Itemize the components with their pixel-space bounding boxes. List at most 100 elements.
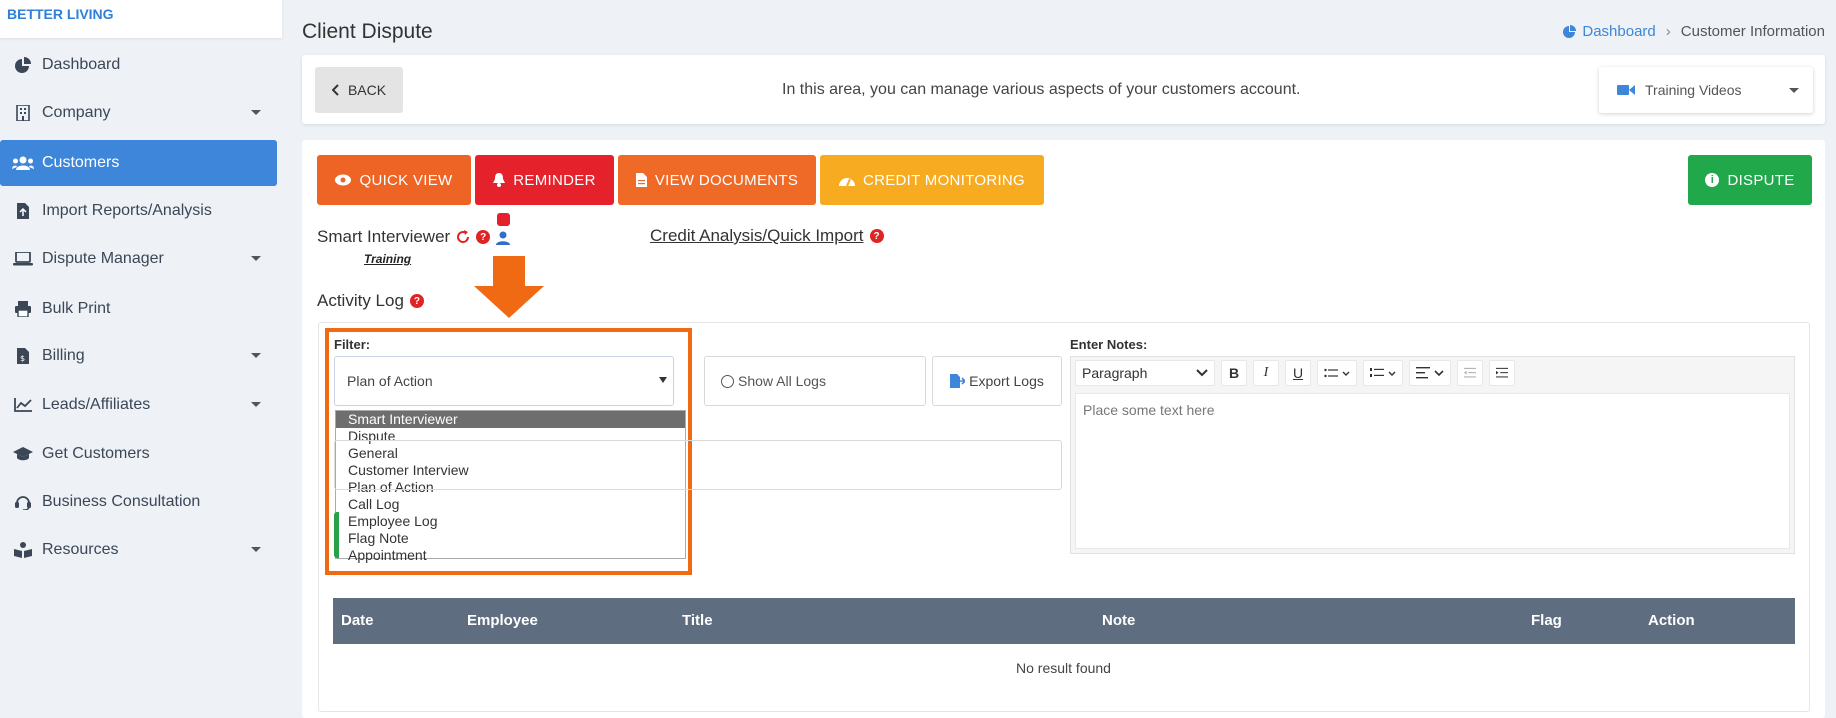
outdent-icon [1464,367,1476,378]
caret-down-icon [1789,88,1799,93]
breadcrumb-current: Customer Information [1680,23,1825,40]
sidebar-item-label: Company [42,104,111,121]
underline-button[interactable]: U [1285,360,1311,386]
credit-monitoring-button[interactable]: CREDIT MONITORING [820,155,1044,205]
reminder-button[interactable]: REMINDER [475,155,614,205]
printer-icon [12,299,34,319]
sidebar-item-leads-affiliates[interactable]: Leads/Affiliates [0,382,277,428]
numbered-list-button[interactable] [1363,360,1403,386]
credit-monitoring-label: CREDIT MONITORING [862,171,1026,189]
paragraph-format-select[interactable]: Paragraph [1075,360,1215,386]
building-icon [12,103,34,123]
sidebar-item-label: Resources [42,541,119,558]
numbered-list-icon [1370,368,1384,377]
sidebar-item-import-reports-analysis[interactable]: Import Reports/Analysis [0,188,277,234]
headset-icon [12,492,34,512]
pie-chart-icon [1563,24,1577,38]
align-left-icon [1416,367,1430,379]
view-documents-button[interactable]: VIEW DOCUMENTS [618,155,816,205]
notes-textarea[interactable]: Place some text here [1075,393,1790,549]
notes-label: Enter Notes: [1070,337,1148,352]
indent-icon [1496,367,1508,378]
quick-view-button[interactable]: QUICK VIEW [317,155,471,205]
main-card: QUICK VIEW REMINDER VIEW DOCUMENTS CREDI… [302,140,1825,718]
document-icon [635,173,647,187]
file-export-icon [950,374,966,388]
outdent-button[interactable] [1457,360,1483,386]
sidebar-item-company[interactable]: Company [0,90,277,136]
column-header-date[interactable]: Date [341,612,374,629]
user-tie-icon[interactable] [496,213,511,245]
help-icon[interactable]: ? [476,230,491,244]
dispute-label: DISPUTE [1727,171,1795,189]
arrow-down-icon [474,256,544,318]
help-icon[interactable]: ? [869,229,884,243]
eye-icon [335,174,352,186]
italic-button[interactable]: I [1253,360,1279,386]
help-icon[interactable]: ? [409,294,424,308]
sidebar: BETTER LIVING Dashboard Company Customers I… [0,0,282,718]
column-header-employee[interactable]: Employee [467,612,538,629]
video-camera-icon [1617,85,1635,95]
column-header-action[interactable]: Action [1648,612,1695,629]
sidebar-item-label: Dashboard [42,56,121,73]
notes-placeholder: Place some text here [1083,402,1215,418]
breadcrumb: Dashboard › Customer Information [1562,23,1825,40]
laptop-icon [12,249,34,269]
column-header-title[interactable]: Title [682,612,713,629]
breadcrumb-dashboard-label: Dashboard [1582,23,1656,40]
credit-analysis-link[interactable]: Credit Analysis/Quick Import [650,226,864,246]
sidebar-item-dashboard[interactable]: Dashboard [0,42,277,88]
export-logs-label: Export Logs [969,373,1044,389]
notes-editor: Paragraph B I U Place some text here [1070,356,1795,554]
sidebar-item-billing[interactable]: $ Billing [0,333,277,379]
title-input[interactable] [334,440,1062,490]
svg-text:$: $ [20,354,25,363]
credit-analysis-section: Credit Analysis/Quick Import ? [650,226,884,246]
sidebar-item-label: Import Reports/Analysis [42,202,212,219]
column-header-flag[interactable]: Flag [1531,612,1562,629]
training-videos-dropdown[interactable]: Training Videos [1599,67,1813,113]
back-button[interactable]: BACK [315,67,403,113]
chevron-down-icon [1434,370,1444,376]
sidebar-item-customers[interactable]: Customers [0,140,277,186]
dispute-button[interactable]: i DISPUTE [1688,155,1812,205]
sidebar-item-business-consultation[interactable]: Business Consultation [0,479,277,525]
bulleted-list-icon [1324,368,1338,378]
chevron-down-icon [1196,369,1208,377]
file-upload-icon [12,201,34,221]
indent-button[interactable] [1489,360,1515,386]
submit-button-edge[interactable] [334,512,339,558]
training-link[interactable]: Training [364,252,411,266]
radio-icon[interactable] [721,374,734,388]
activity-log-label: Activity Log [317,291,404,310]
export-logs-button[interactable]: Export Logs [932,356,1062,406]
graduation-cap-icon [12,444,34,464]
book-reader-icon [12,540,34,560]
chevron-right-icon: › [1665,23,1671,40]
caret-down-icon [251,353,261,358]
info-circle-icon: i [1705,173,1720,187]
chevron-down-icon [1388,371,1396,376]
bulleted-list-button[interactable] [1317,360,1357,386]
sidebar-item-label: Leads/Affiliates [42,396,151,413]
bold-button[interactable]: B [1221,360,1247,386]
reminder-label: REMINDER [513,171,596,189]
sidebar-item-get-customers[interactable]: Get Customers [0,431,277,477]
refresh-icon[interactable] [456,230,470,244]
editor-toolbar: Paragraph B I U [1071,357,1794,389]
sidebar-item-label: Dispute Manager [42,250,164,267]
sidebar-item-resources[interactable]: Resources [0,527,277,573]
show-all-logs-toggle[interactable]: Show All Logs [704,356,926,406]
sidebar-item-bulk-print[interactable]: Bulk Print [0,286,277,332]
column-header-note[interactable]: Note [1102,612,1135,629]
caret-down-icon [251,547,261,552]
brand-logo[interactable]: BETTER LIVING [0,0,282,38]
sidebar-item-dispute-manager[interactable]: Dispute Manager [0,236,277,282]
breadcrumb-dashboard-link[interactable]: Dashboard [1562,23,1656,40]
sidebar-item-label: Get Customers [42,445,150,462]
alignment-button[interactable] [1409,360,1451,386]
paragraph-format-label: Paragraph [1082,365,1148,381]
caret-down-icon [251,402,261,407]
page-title: Client Dispute [302,20,433,43]
